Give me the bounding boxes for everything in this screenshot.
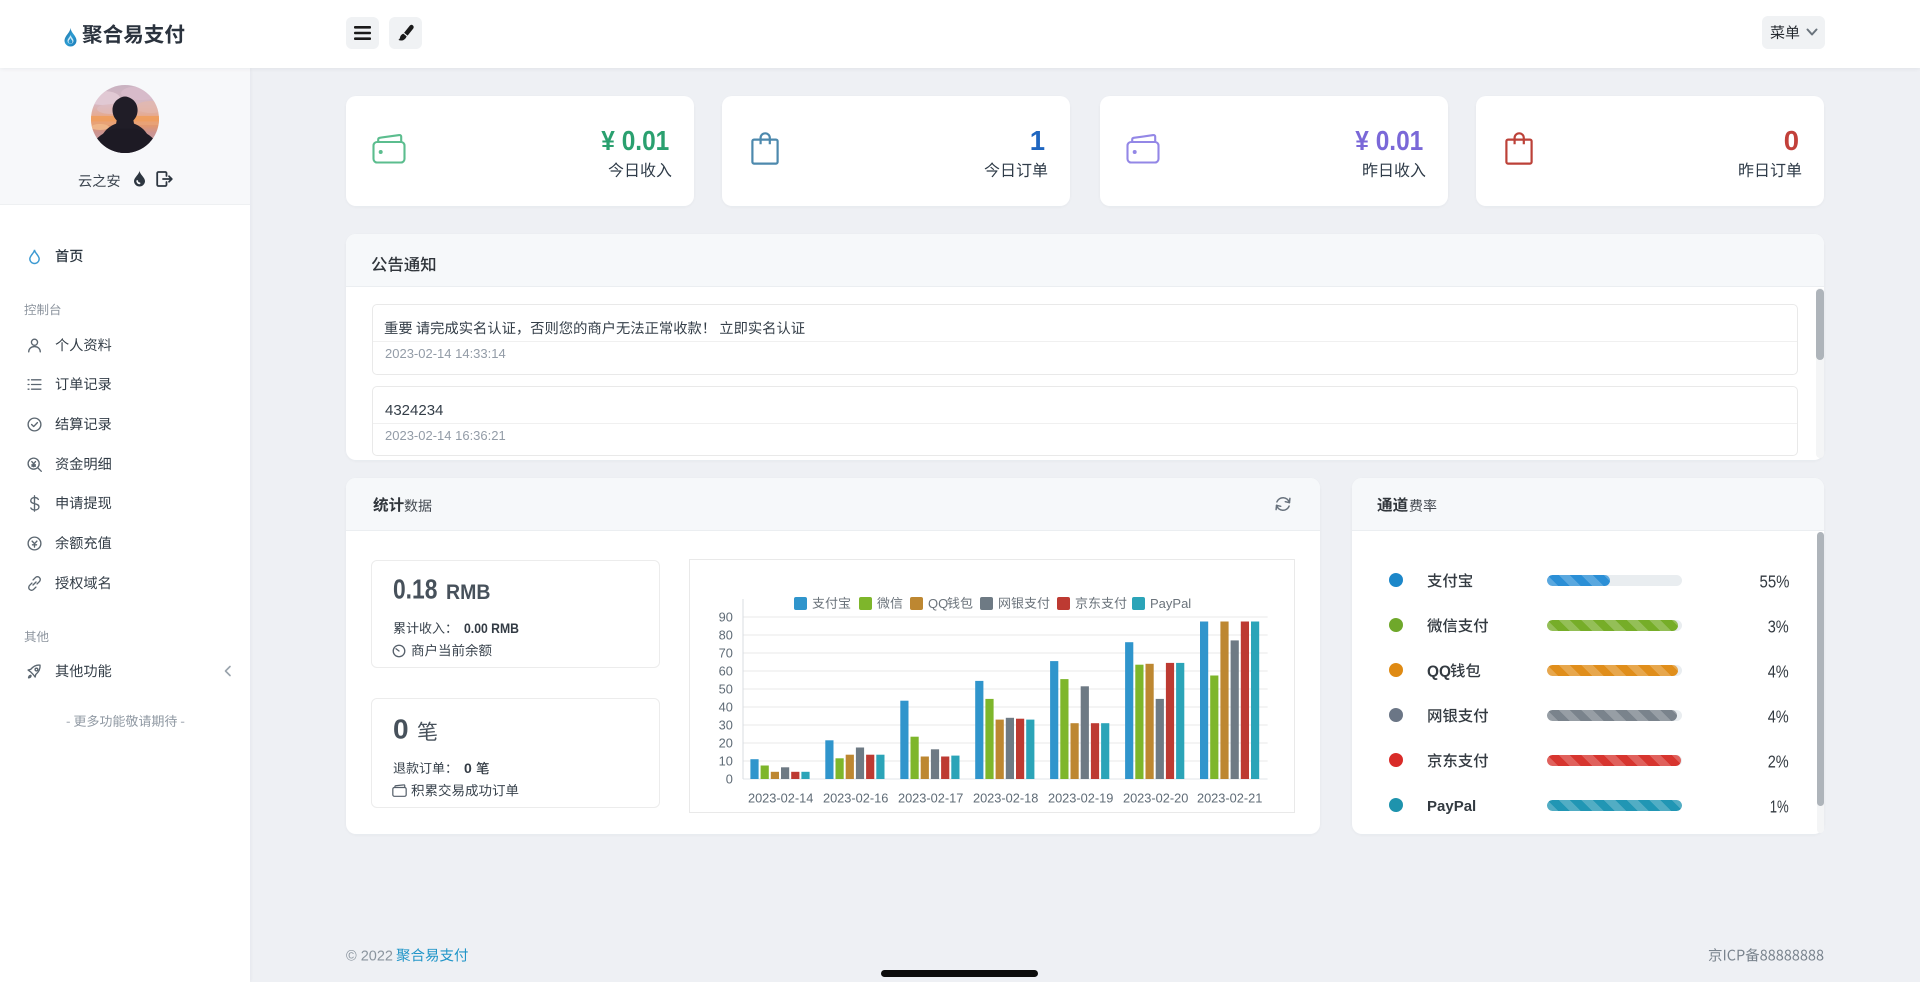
svg-text:50: 50 <box>719 681 733 696</box>
svg-text:40: 40 <box>719 699 733 714</box>
svg-text:90: 90 <box>719 609 733 624</box>
svg-text:2023-02-21: 2023-02-21 <box>1197 790 1262 805</box>
svg-text:2%: 2% <box>1768 751 1789 771</box>
svg-text:PayPal: PayPal <box>1427 798 1476 815</box>
svg-text:55%: 55% <box>1759 571 1789 591</box>
svg-text:0.18: 0.18 <box>393 574 437 605</box>
svg-text:70: 70 <box>719 645 733 660</box>
svg-text:PayPal: PayPal <box>1150 596 1191 611</box>
svg-text:1: 1 <box>1030 125 1045 156</box>
svg-text:4%: 4% <box>1768 706 1789 726</box>
svg-text:QQ: QQ <box>1427 663 1451 680</box>
svg-text:2023-02-14 14:33:14: 2023-02-14 14:33:14 <box>385 346 506 361</box>
svg-text:© 2022: © 2022 <box>346 948 393 964</box>
svg-text:10: 10 <box>719 753 733 768</box>
svg-text:80: 80 <box>719 627 733 642</box>
svg-text:20: 20 <box>719 735 733 750</box>
svg-text:0: 0 <box>1784 125 1799 156</box>
svg-text:¥ 0.01: ¥ 0.01 <box>601 125 669 156</box>
svg-text:0: 0 <box>726 771 733 786</box>
svg-text:0: 0 <box>393 714 409 745</box>
svg-text:30: 30 <box>719 717 733 732</box>
svg-text:0.00 RMB: 0.00 RMB <box>464 620 519 636</box>
svg-text:RMB: RMB <box>446 580 490 604</box>
svg-text:2023-02-14 16:36:21: 2023-02-14 16:36:21 <box>385 428 506 443</box>
svg-text:1%: 1% <box>1770 796 1789 816</box>
svg-text:4%: 4% <box>1768 661 1789 681</box>
svg-text:QQ: QQ <box>928 596 948 611</box>
svg-text:60: 60 <box>719 663 733 678</box>
svg-text:3%: 3% <box>1768 616 1789 636</box>
svg-text:0: 0 <box>464 760 472 776</box>
svg-text:4324234: 4324234 <box>385 402 443 419</box>
svg-text:¥ 0.01: ¥ 0.01 <box>1355 125 1423 156</box>
